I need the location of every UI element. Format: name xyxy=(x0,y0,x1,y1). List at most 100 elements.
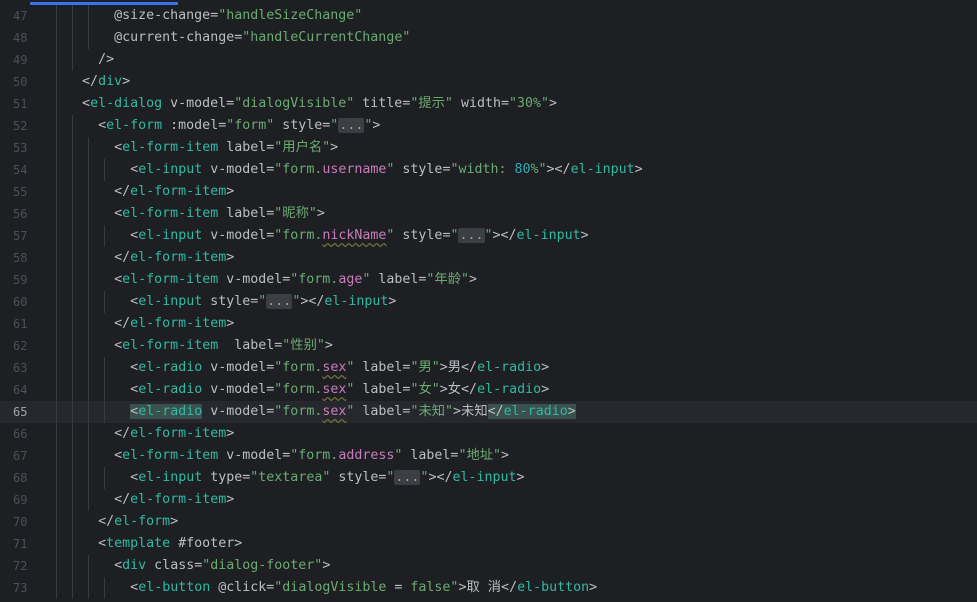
code-text: <el-dialog v-model="dialogVisible" title… xyxy=(82,93,557,115)
code-line[interactable]: 52 <el-form :model="form" style="..."> xyxy=(0,115,977,137)
folded-region[interactable]: ... xyxy=(266,294,293,309)
code-line[interactable]: 47 @size-change="handleSizeChange" xyxy=(0,5,977,27)
line-number: 59 xyxy=(13,273,28,287)
line-number: 48 xyxy=(13,31,28,45)
code-text: <el-radio v-model="form.sex" label="未知">… xyxy=(130,401,576,423)
code-line[interactable]: 61 </el-form-item> xyxy=(0,313,977,335)
code-text: </el-form-item> xyxy=(114,423,234,445)
indent-guide xyxy=(104,357,106,379)
attribute-token: label= xyxy=(354,382,411,397)
tag-name: el-form-item xyxy=(122,272,219,287)
property-token-warning: sex xyxy=(322,360,347,375)
punctuation-token: > xyxy=(580,228,589,243)
code-text: <el-button @click="dialogVisible = false… xyxy=(130,577,597,599)
line-number: 67 xyxy=(13,449,28,463)
code-text: <el-input type="textarea" style="..."></… xyxy=(130,467,525,489)
punctuation-token: < xyxy=(114,338,123,353)
indent-guide xyxy=(56,291,57,313)
string-token: "年龄" xyxy=(426,272,470,287)
attribute-token: #footer xyxy=(170,536,235,551)
indent-guide xyxy=(72,401,74,423)
code-line[interactable]: 51 <el-dialog v-model="dialogVisible" tit… xyxy=(0,93,977,115)
property-token: username xyxy=(322,162,387,177)
indent-guide xyxy=(88,467,90,489)
string-token: "handleSizeChange" xyxy=(218,8,363,23)
code-text: <el-radio v-model="form.sex" label="女">女… xyxy=(130,379,549,401)
line-number: 63 xyxy=(13,361,28,375)
code-line[interactable]: 49 /> xyxy=(0,49,977,71)
folded-region[interactable]: ... xyxy=(394,470,421,485)
code-line[interactable]: 69 </el-form-item> xyxy=(0,489,977,511)
indent-guide xyxy=(104,379,106,401)
code-line[interactable]: 59 <el-form-item v-model="form.age" label… xyxy=(0,269,977,291)
code-line[interactable]: 48 @current-change="handleCurrentChange" xyxy=(0,27,977,49)
folded-region[interactable]: ... xyxy=(458,228,485,243)
indent-guide xyxy=(56,5,57,27)
code-text: <el-form :model="form" style="..."> xyxy=(98,115,380,137)
code-line[interactable]: 64 <el-radio v-model="form.sex" label="女"… xyxy=(0,379,977,401)
code-line[interactable]: 70 </el-form> xyxy=(0,511,977,533)
code-area[interactable]: 47 @size-change="handleSizeChange" 48 @curr… xyxy=(0,5,977,599)
code-line[interactable]: 68 <el-input type="textarea" style="...">… xyxy=(0,467,977,489)
code-line[interactable]: 71 <template #footer> xyxy=(0,533,977,555)
property-token-warning: sex xyxy=(322,404,347,419)
code-line[interactable]: 66 </el-form-item> xyxy=(0,423,977,445)
indent-guide xyxy=(72,291,74,313)
code-line[interactable]: 54 <el-input v-model="form.username" styl… xyxy=(0,159,977,181)
indent-guide xyxy=(72,269,74,291)
punctuation-token: /> xyxy=(98,52,115,67)
string-token: "form. xyxy=(274,360,323,375)
punctuation-token: >女</ xyxy=(439,382,478,397)
attribute-token: = xyxy=(386,580,411,595)
line-number: 51 xyxy=(13,97,28,111)
line-number: 55 xyxy=(13,185,28,199)
tag-name: div xyxy=(98,74,123,89)
indent-guide xyxy=(72,423,74,445)
indent-guide xyxy=(88,269,90,291)
code-editor[interactable]: 47 @size-change="handleSizeChange" 48 @curr… xyxy=(0,0,977,602)
indent-guide xyxy=(56,181,57,203)
code-line[interactable]: 72 <div class="dialog-footer"> xyxy=(0,555,977,577)
code-line[interactable]: 73 <el-button @click="dialogVisible = fal… xyxy=(0,577,977,599)
code-line[interactable]: 53 <el-form-item label="用户名"> xyxy=(0,137,977,159)
indent-guide xyxy=(72,115,74,137)
attribute-token: label= xyxy=(402,448,459,463)
code-line[interactable]: 63 <el-radio v-model="form.sex" label="男"… xyxy=(0,357,977,379)
code-text: <template #footer> xyxy=(98,533,242,555)
attribute-token: v-model= xyxy=(202,404,275,419)
punctuation-token: > xyxy=(634,162,643,177)
code-line[interactable]: 50 </div> xyxy=(0,71,977,93)
folded-region[interactable]: ... xyxy=(338,118,365,133)
attribute-token: style= xyxy=(394,162,451,177)
punctuation-token: < xyxy=(130,228,139,243)
indent-guide xyxy=(72,137,74,159)
tag-name: el-input xyxy=(570,162,635,177)
punctuation-token: < xyxy=(130,382,139,397)
punctuation-token: < xyxy=(114,448,123,463)
code-line[interactable]: 58 </el-form-item> xyxy=(0,247,977,269)
punctuation-token: > xyxy=(469,272,478,287)
indent-guide xyxy=(72,555,74,577)
code-text: </el-form-item> xyxy=(114,489,234,511)
code-line[interactable]: 56 <el-form-item label="昵称"> xyxy=(0,203,977,225)
punctuation-token: > xyxy=(516,470,525,485)
code-line[interactable]: 57 <el-input v-model="form.nickName" styl… xyxy=(0,225,977,247)
code-line[interactable]: 60 <el-input style="..."></el-input> xyxy=(0,291,977,313)
indent-guide xyxy=(88,489,90,511)
code-line[interactable]: 65 <el-radio v-model="form.sex" label="未知… xyxy=(0,401,977,423)
line-number: 66 xyxy=(13,427,28,441)
string-token: "dialogVisible" xyxy=(234,96,355,111)
punctuation-token: </ xyxy=(114,250,131,265)
punctuation-token: < xyxy=(114,206,123,221)
matched-tag-bracket: < xyxy=(130,404,139,419)
code-line[interactable]: 62 <el-form-item label="性别"> xyxy=(0,335,977,357)
indent-guide xyxy=(56,203,57,225)
indent-guide xyxy=(56,489,57,511)
indent-guide xyxy=(56,511,57,533)
punctuation-token: </ xyxy=(98,514,115,529)
code-line[interactable]: 67 <el-form-item v-model="form.address" l… xyxy=(0,445,977,467)
punctuation-token: </ xyxy=(114,492,131,507)
code-line[interactable]: 55 </el-form-item> xyxy=(0,181,977,203)
code-text: <el-form-item label="昵称"> xyxy=(114,203,325,225)
string-token: "width: xyxy=(450,162,515,177)
